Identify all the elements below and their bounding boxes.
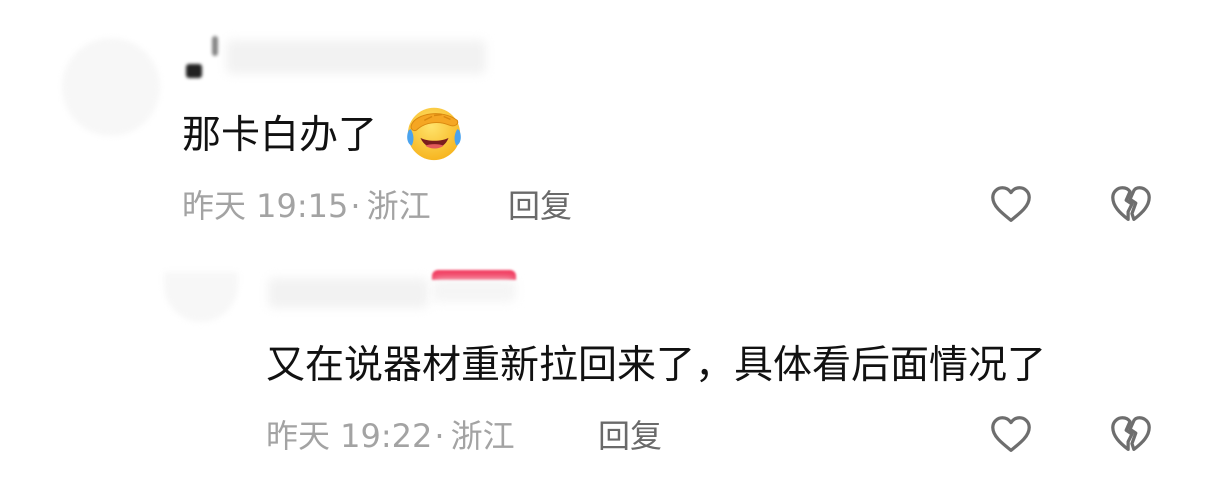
comment-body: 那卡白办了 [182,113,378,158]
meta-separator: · [350,187,361,225]
comment-location: 浙江 [450,417,515,455]
face-palm-crying-emoji [403,101,465,163]
comment-time: 昨天 19:22 [266,417,433,455]
avatar[interactable] [62,38,160,136]
heart-outline-icon[interactable] [988,182,1034,228]
username-redacted [212,36,218,56]
comment-time: 昨天 19:15 [182,187,349,225]
comment-meta: 昨天 19:22· 浙江 [266,420,515,452]
broken-heart-outline-icon[interactable] [1108,182,1154,228]
reply-button[interactable]: 回复 [508,190,572,222]
username-redacted [226,40,486,74]
comment-location: 浙江 [366,187,431,225]
username-redacted[interactable] [186,64,202,78]
comment-meta: 昨天 19:15· 浙江 [182,190,431,222]
heart-outline-icon[interactable] [988,412,1034,458]
avatar[interactable] [164,272,238,322]
username-redacted [268,278,428,308]
broken-heart-outline-icon[interactable] [1108,412,1154,458]
author-badge [432,270,516,280]
comment-text: 又在说器材重新拉回来了，具体看后面情况了 [266,343,1047,388]
reply-button[interactable]: 回复 [598,420,662,452]
meta-separator: · [434,417,445,455]
author-badge [432,280,516,302]
comment-text: 那卡白办了 [182,116,377,155]
